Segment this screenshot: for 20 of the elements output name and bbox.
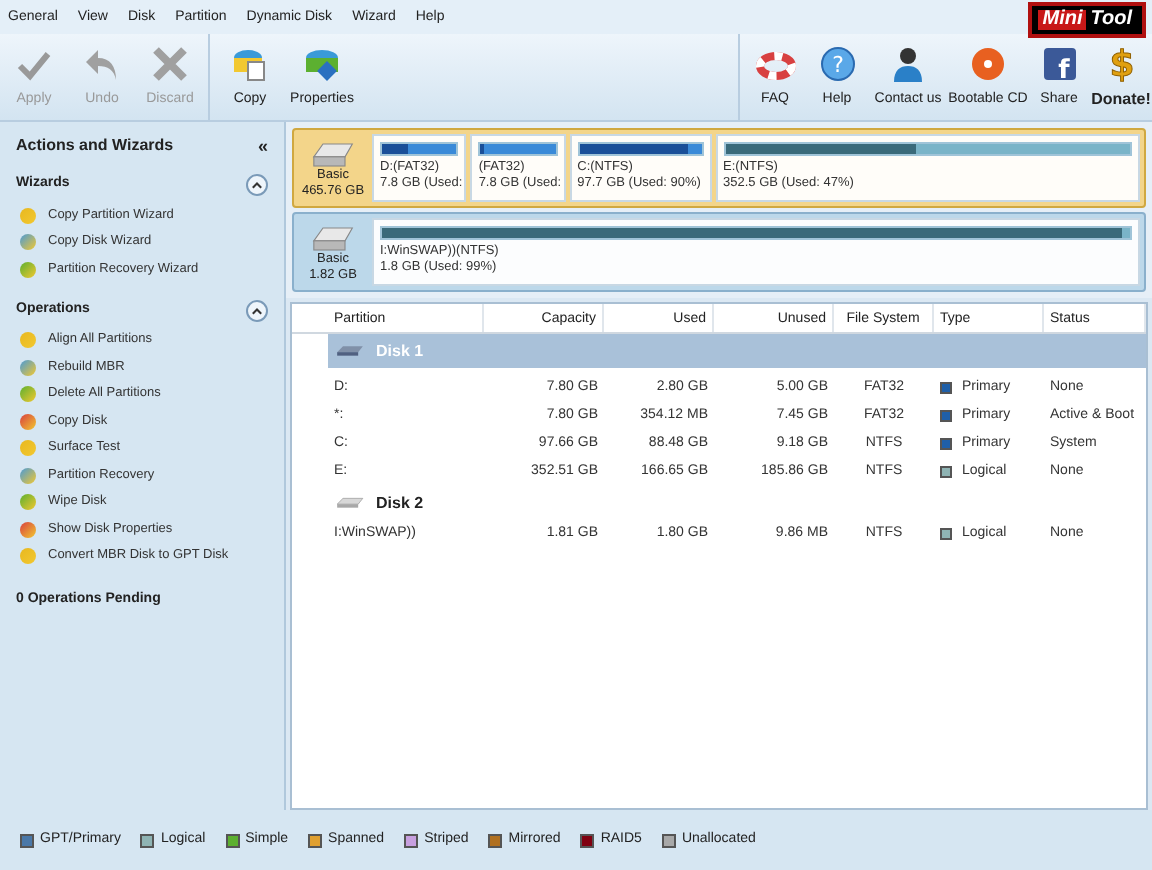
logo-text: Mini xyxy=(1038,10,1087,30)
expand-toggle-button[interactable] xyxy=(246,174,268,196)
expand-toggle-button[interactable] xyxy=(246,299,268,321)
cross-icon xyxy=(150,43,190,84)
person-icon xyxy=(888,43,928,84)
toolbar-button[interactable]: $ Donate! xyxy=(1090,34,1152,120)
collapse-button[interactable]: « xyxy=(257,136,268,156)
hard-drive-icon xyxy=(336,496,364,510)
logo-text: Tool xyxy=(1088,10,1135,30)
chevron-up-icon xyxy=(250,303,264,317)
chevron-up-icon xyxy=(250,178,264,192)
hard-drive-icon xyxy=(311,226,355,252)
facebook-icon: f xyxy=(1039,43,1079,84)
question-mark-icon: ? xyxy=(817,43,857,84)
disc-icon xyxy=(968,43,1008,84)
disk-row[interactable]: Disk 2 xyxy=(328,486,1146,520)
sidebar-title: Actions and Wizards xyxy=(16,134,174,158)
hard-drive-icon xyxy=(311,142,355,168)
hard-drive-icon xyxy=(336,344,364,358)
dollar-icon: $ xyxy=(1101,42,1141,82)
